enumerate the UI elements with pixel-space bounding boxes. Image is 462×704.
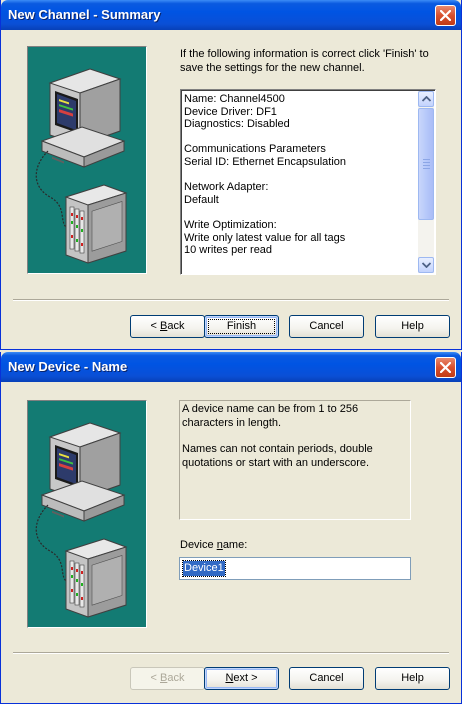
summary-content: Name: Channel4500 Device Driver: DF1 Diagn… [184,93,414,257]
computer-illustration [40,422,126,522]
dialog-title: New Device - Name [8,359,128,374]
back-label-prefix: < [150,320,160,332]
summary-line: Communications Parameters [184,143,326,156]
close-icon [440,362,451,373]
summary-line: Diagnostics: Disabled [184,118,290,131]
vertical-scrollbar[interactable] [418,91,434,273]
device-name-value: Device1 [182,560,226,577]
summary-line: Serial ID: Ethernet Encapsulation [184,155,347,168]
button-separator [13,299,449,301]
plc-rack-illustration [64,538,128,618]
summary-listbox[interactable]: Name: Channel4500 Device Driver: DF1 Diagn… [180,89,436,275]
finish-button[interactable]: Finish [204,315,279,338]
thumb-grip [423,165,430,166]
help-button[interactable]: Help [375,667,450,690]
info-paragraph-length: A device name can be from 1 to 256 chara… [182,403,359,429]
summary-line: Default [184,193,219,206]
cancel-button[interactable]: Cancel [289,667,364,690]
device-name-input[interactable]: Device1 [179,557,411,580]
thumb-grip [423,162,430,163]
new-device-name-dialog: New Device - Name A device name can be f… [0,352,462,704]
scroll-up-icon [422,96,431,102]
close-button[interactable] [435,357,456,378]
summary-line: Write Optimization: [184,218,277,231]
summary-line: Write only latest value for all tags [184,231,346,244]
scroll-down-icon [422,262,431,268]
summary-line: Name: Channel4500 [184,93,285,105]
wizard-illustration [27,400,147,628]
help-button[interactable]: Help [375,315,450,338]
summary-spacer [184,206,414,219]
next-label-rest: ext > [233,672,258,684]
intro-text: If the following information is correct … [180,48,429,74]
computer-plc-illustration [35,422,128,618]
summary-line: Network Adapter: [184,181,269,194]
thumb-grip [423,159,430,160]
back-label-prefix: < [150,672,160,684]
info-paragraph-rules: Names can not contain periods, double qu… [182,443,373,469]
back-label-rest: ack [167,320,185,332]
computer-illustration [40,68,126,168]
device-name-label: Device name: [180,539,247,551]
computer-plc-illustration [35,68,128,264]
title-bar[interactable]: New Channel - Summary [1,0,461,30]
scroll-up-button[interactable] [418,91,434,107]
back-label-rest: ack [167,672,185,684]
back-button[interactable]: < Back [130,315,205,338]
close-icon [440,10,451,21]
scroll-down-button[interactable] [418,257,434,273]
next-button[interactable]: Next > [204,667,279,690]
summary-line: Device Driver: DF1 [184,105,277,118]
close-button[interactable] [435,5,456,26]
label-part: Device [180,539,217,551]
back-button[interactable]: < Back [130,667,205,690]
label-part: ame: [222,539,248,551]
dialog-title: New Channel - Summary [8,7,161,22]
summary-spacer [184,131,414,144]
finish-label: Finish [226,320,257,332]
cancel-label: Cancel [309,672,344,684]
new-channel-summary-dialog: New Channel - Summary If the following i… [0,0,462,350]
help-label: Help [401,672,424,684]
wizard-illustration [27,46,147,274]
help-label: Help [401,320,424,332]
summary-spacer [184,169,414,182]
thumb-grip [423,168,430,169]
info-text: A device name can be from 1 to 256 chara… [182,402,408,470]
title-bar[interactable]: New Device - Name [1,352,461,382]
plc-rack-illustration [64,184,128,264]
summary-line: 10 writes per read [184,244,273,257]
button-separator [13,652,449,654]
cancel-button[interactable]: Cancel [289,315,364,338]
scroll-thumb[interactable] [418,108,434,220]
device-name-info-box: A device name can be from 1 to 256 chara… [179,400,411,520]
cancel-label: Cancel [309,320,344,332]
